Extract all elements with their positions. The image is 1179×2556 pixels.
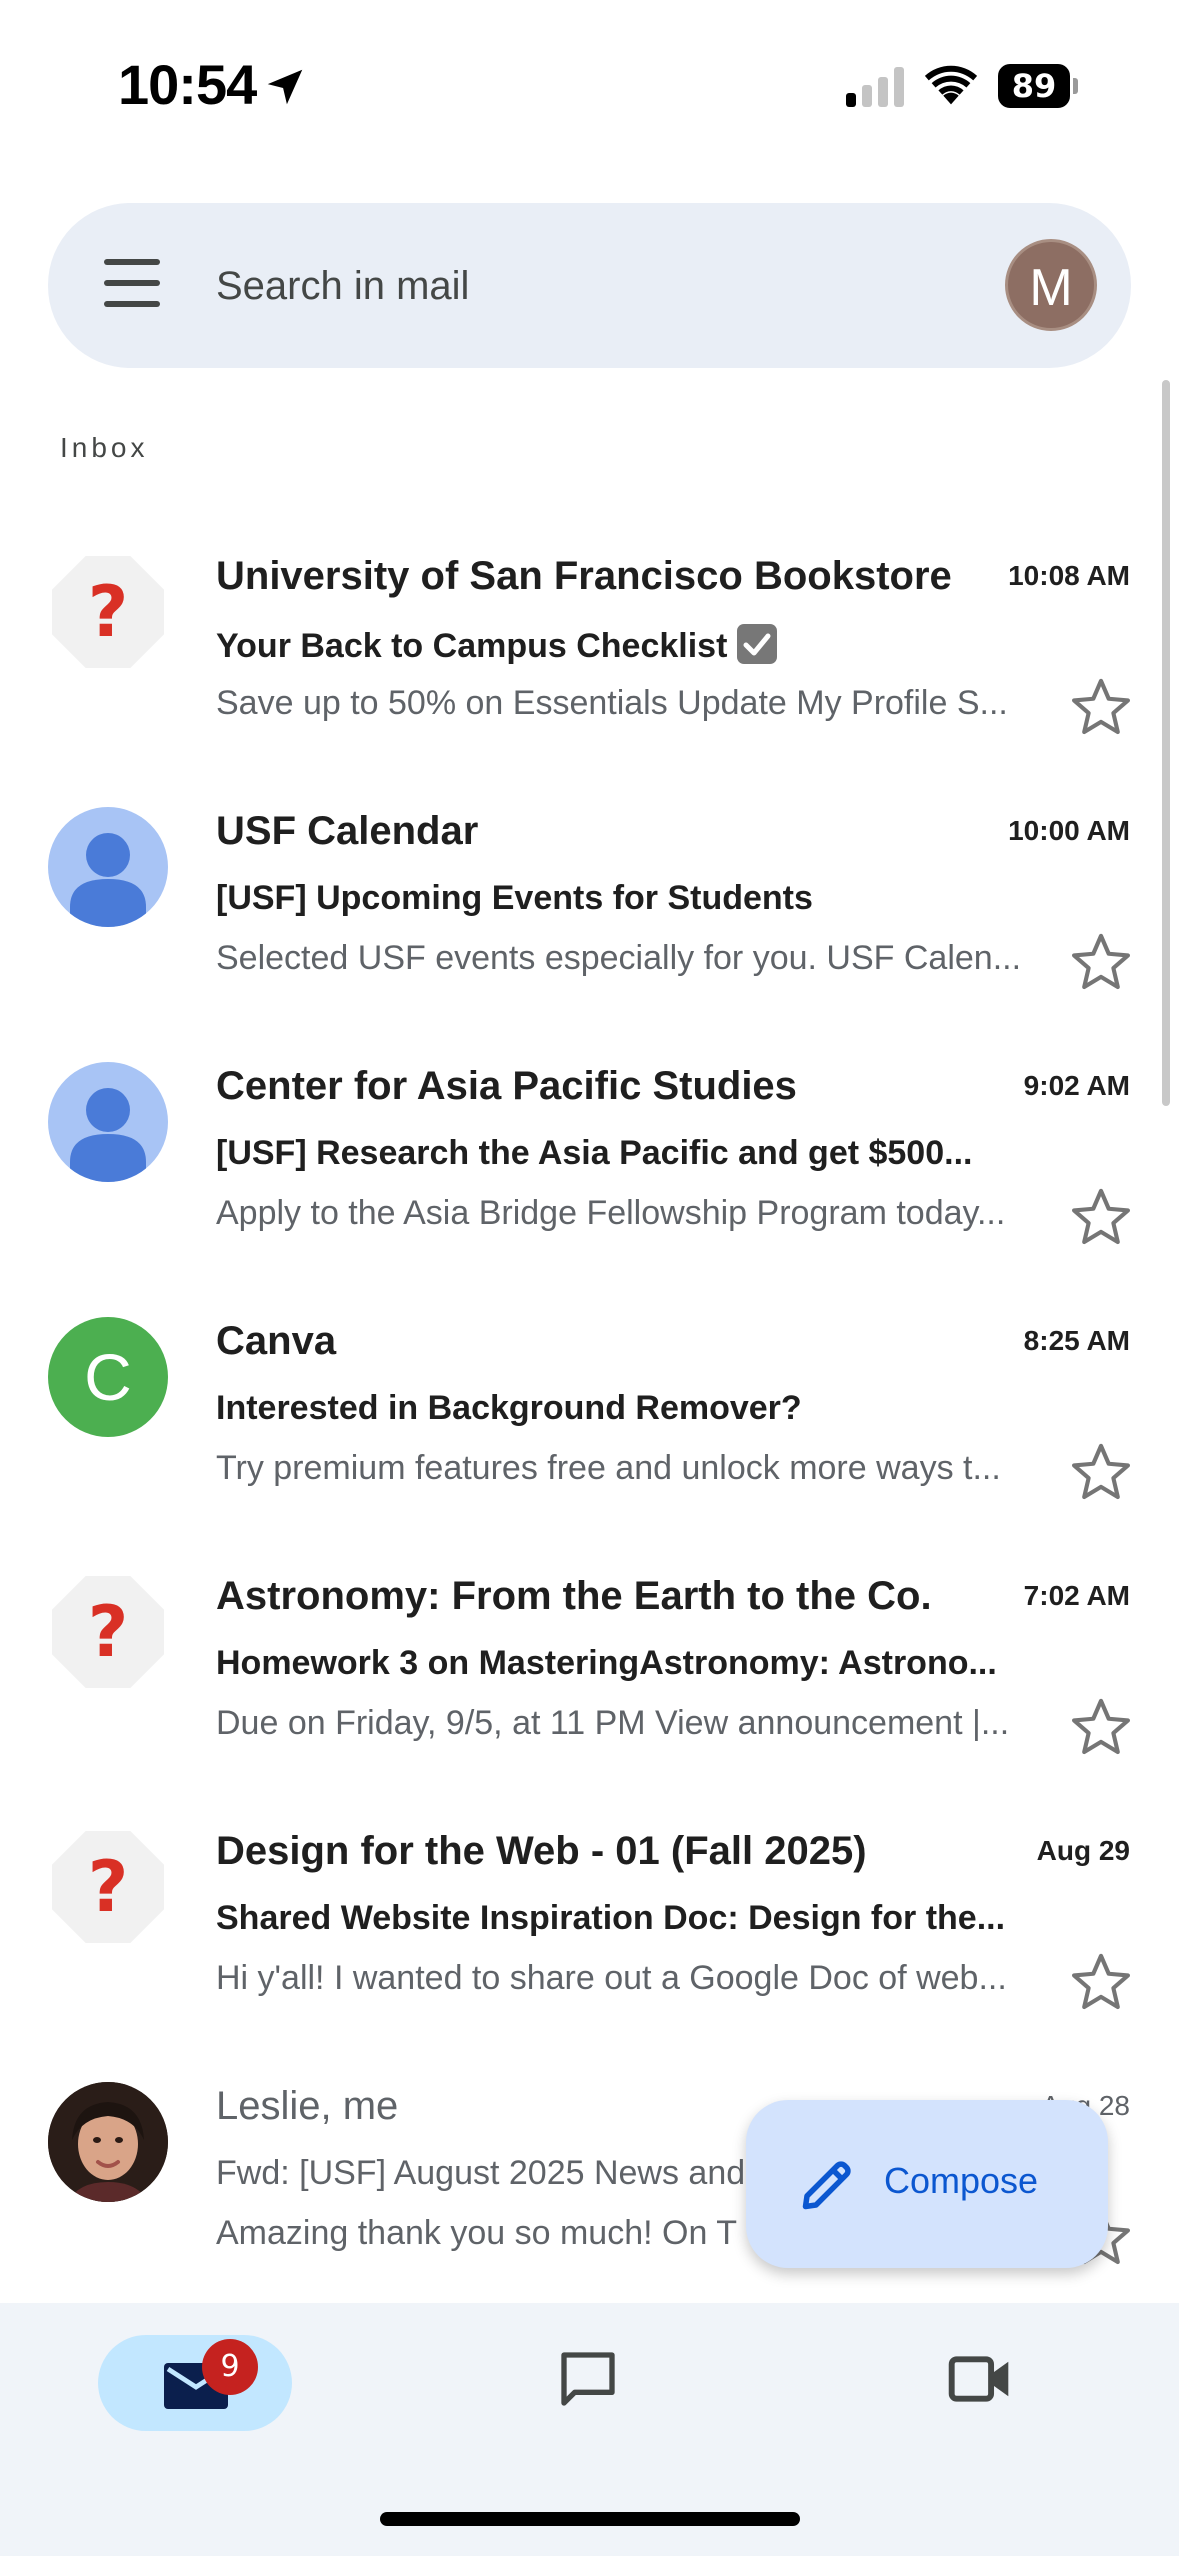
star-icon[interactable]	[1068, 1949, 1134, 2015]
email-snippet: Hi y'all! I wanted to share out a Google…	[216, 1959, 1007, 1997]
status-bar: 10:54 89	[0, 0, 1179, 175]
email-time: 9:02 AM	[1023, 1070, 1130, 1101]
email-snippet: Apply to the Asia Bridge Fellowship Prog…	[216, 1194, 1006, 1232]
person-icon[interactable]	[48, 1062, 168, 1182]
email-subject: Fwd: [USF] August 2025 News and	[216, 2154, 746, 2192]
person-icon[interactable]	[48, 807, 168, 927]
email-row[interactable]: USF Calendar 10:00 AM [USF] Upcoming Eve…	[0, 769, 1150, 1024]
email-sender: Astronomy: From the Earth to the Co.	[216, 1574, 932, 1618]
email-time: 10:00 AM	[1008, 815, 1130, 846]
battery-level: 89	[1011, 67, 1057, 105]
email-row[interactable]: Center for Asia Pacific Studies 9:02 AM …	[0, 1024, 1150, 1279]
account-avatar[interactable]: M	[1005, 239, 1097, 331]
unknown-sender-icon[interactable]: ?	[48, 1827, 168, 1947]
search-input[interactable]	[216, 253, 916, 319]
chat-icon[interactable]	[556, 2347, 620, 2411]
home-indicator[interactable]	[380, 2512, 800, 2526]
email-snippet: Amazing thank you so much! On T	[216, 2214, 737, 2252]
sender-letter-avatar[interactable]: C	[48, 1317, 168, 1437]
email-row[interactable]: ? Design for the Web - 01 (Fall 2025) Au…	[0, 1789, 1150, 2044]
compose-label: Compose	[884, 2160, 1039, 2201]
star-icon[interactable]	[1068, 929, 1134, 995]
sender-photo-avatar[interactable]	[48, 2082, 168, 2202]
email-sender: University of San Francisco Bookstore	[216, 554, 952, 598]
section-label: Inbox	[60, 432, 149, 463]
scrollbar[interactable]	[1162, 380, 1170, 1106]
email-snippet: Try premium features free and unlock mor…	[216, 1449, 1001, 1487]
wifi-icon	[924, 65, 978, 105]
email-subject: Shared Website Inspiration Doc: Design f…	[216, 1899, 1006, 1937]
email-row[interactable]: ? Astronomy: From the Earth to the Co. 7…	[0, 1534, 1150, 1789]
status-time: 10:54	[118, 53, 257, 116]
email-sender: USF Calendar	[216, 809, 479, 853]
search-bar[interactable]: M	[48, 203, 1131, 368]
email-sender: Design for the Web - 01 (Fall 2025)	[216, 1829, 867, 1873]
email-subject: Homework 3 on MasteringAstronomy: Astron…	[216, 1644, 997, 1682]
location-arrow-icon	[267, 69, 303, 105]
email-sender: Leslie, me	[216, 2084, 399, 2128]
email-time: 7:02 AM	[1023, 1580, 1130, 1611]
star-icon[interactable]	[1068, 1184, 1134, 1250]
email-subject-text: Your Back to Campus Checklist	[216, 627, 728, 665]
email-subject: [USF] Research the Asia Pacific and get …	[216, 1134, 973, 1172]
unknown-sender-icon[interactable]: ?	[48, 552, 168, 672]
cellular-signal-icon	[846, 67, 904, 107]
email-sender: Center for Asia Pacific Studies	[216, 1064, 797, 1108]
video-camera-icon[interactable]	[948, 2353, 1012, 2405]
checkbox-emoji-icon	[737, 624, 778, 664]
hamburger-menu-icon[interactable]	[104, 259, 160, 311]
email-time: 10:08 AM	[1008, 560, 1130, 591]
email-snippet: Selected USF events especially for you. …	[216, 939, 1022, 977]
email-snippet: Due on Friday, 9/5, at 11 PM View announ…	[216, 1704, 1010, 1742]
star-icon[interactable]	[1068, 1439, 1134, 1505]
unknown-sender-icon[interactable]: ?	[48, 1572, 168, 1692]
email-subject: [USF] Upcoming Events for Students	[216, 879, 813, 917]
star-icon[interactable]	[1068, 674, 1134, 740]
star-icon[interactable]	[1068, 1694, 1134, 1760]
email-sender: Canva	[216, 1319, 337, 1363]
email-row[interactable]: ? University of San Francisco Bookstore …	[0, 514, 1150, 769]
pencil-icon	[802, 2161, 851, 2210]
compose-button[interactable]: Compose	[746, 2100, 1108, 2268]
battery-icon: 89	[998, 64, 1078, 110]
email-subject: Your Back to Campus Checklist	[216, 624, 778, 666]
email-subject: Interested in Background Remover?	[216, 1389, 802, 1427]
email-time: Aug 29	[1036, 1835, 1130, 1866]
email-time: 8:25 AM	[1023, 1325, 1130, 1356]
email-row[interactable]: C Canva 8:25 AM Interested in Background…	[0, 1279, 1150, 1534]
unread-count-badge: 9	[202, 2339, 258, 2395]
nav-mail-tab[interactable]: 9	[98, 2335, 292, 2431]
email-snippet: Save up to 50% on Essentials Update My P…	[216, 684, 1008, 722]
